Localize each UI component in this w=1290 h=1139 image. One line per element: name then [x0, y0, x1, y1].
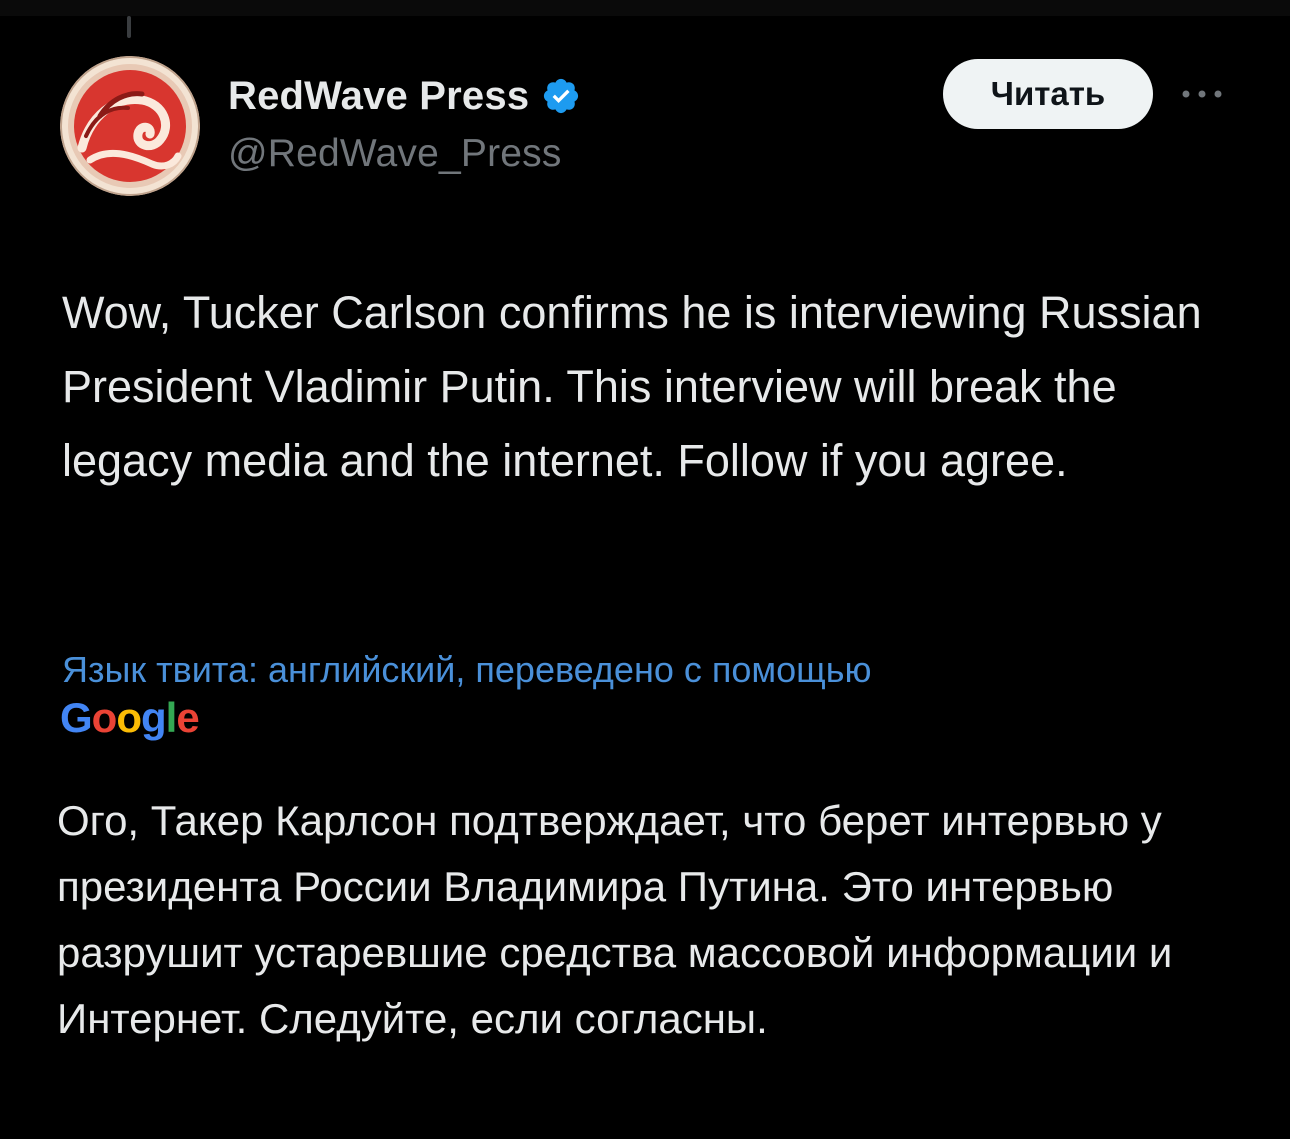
more-horizontal-icon — [1182, 90, 1222, 98]
top-strip — [0, 0, 1290, 16]
follow-button[interactable]: Читать — [943, 59, 1153, 129]
red-wave-logo-icon — [60, 56, 200, 196]
author-name-row: RedWave Press — [228, 70, 581, 122]
more-options-button[interactable] — [1178, 78, 1226, 110]
author-display-name[interactable]: RedWave Press — [228, 74, 529, 119]
thread-connector-line — [127, 16, 131, 38]
author-handle[interactable]: @RedWave_Press — [228, 132, 562, 176]
verified-badge-icon[interactable] — [541, 76, 581, 116]
translation-note[interactable]: Язык твита: английский, переведено с пом… — [62, 646, 872, 694]
google-logo: Google — [60, 694, 200, 741]
translated-tweet-text: Ого, Такер Карлсон подтверждает, что бер… — [57, 797, 1173, 1042]
tweet-text: Wow, Tucker Carlson confirms he is inter… — [62, 287, 1202, 486]
avatar[interactable] — [60, 56, 200, 196]
